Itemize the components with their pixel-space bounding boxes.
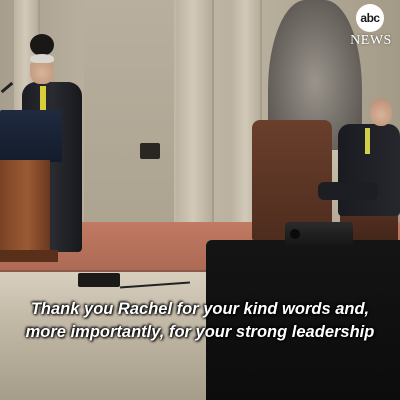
- flag-finial: [30, 34, 54, 56]
- seated-person-leg: [318, 182, 378, 200]
- seated-person-head: [370, 98, 392, 126]
- video-frame: abc NEWS Thank you Rachel for your kind …: [0, 0, 400, 400]
- podium-top: [0, 110, 62, 162]
- podium-base: [0, 250, 58, 262]
- wall-panel: [84, 0, 174, 225]
- abc-logo-text: abc: [360, 11, 380, 25]
- caption-line-2: more importantly, for your strong leader…: [25, 323, 375, 341]
- speaker-hair: [30, 54, 54, 63]
- seated-person-tie: [365, 128, 370, 154]
- abc-logo: abc: [356, 4, 384, 32]
- caption-overlay: Thank you Rachel for your kind words and…: [0, 298, 400, 344]
- projector-lens: [290, 229, 300, 239]
- wall-pilaster: [176, 0, 214, 235]
- news-logo-text: NEWS: [350, 33, 392, 48]
- podium: [0, 160, 50, 252]
- wall-plaque: [140, 143, 160, 159]
- caption-line-1: Thank you Rachel for your kind words and…: [30, 300, 370, 318]
- floor-speaker: [78, 273, 120, 287]
